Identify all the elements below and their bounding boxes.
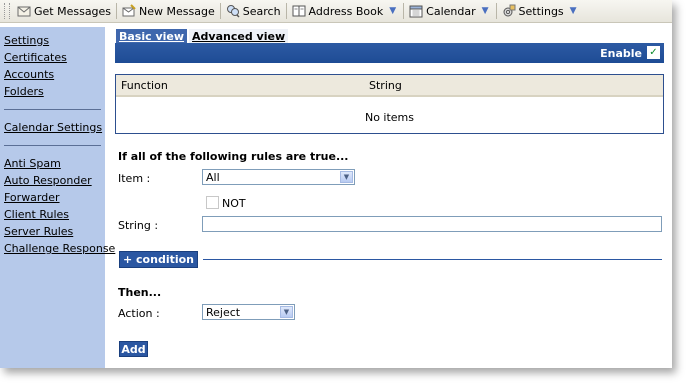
column-header-function[interactable]: Function (121, 79, 168, 92)
enable-label: Enable (600, 47, 642, 60)
sidebar-item-calendar-settings[interactable]: Calendar Settings (0, 119, 105, 136)
toolbar-separator (285, 3, 287, 19)
calendar-label: Calendar (426, 4, 476, 18)
calendar-button[interactable]: Calendar ▼ (406, 1, 493, 21)
table-header: Function String (116, 75, 663, 97)
address-book-icon (292, 4, 306, 18)
view-tabs: Basic view Advanced view (116, 29, 289, 44)
toolbar-separator (403, 3, 405, 19)
sidebar-item-settings[interactable]: Settings (0, 32, 105, 49)
toolbar-grip[interactable] (4, 3, 10, 19)
column-header-string[interactable]: String (369, 79, 402, 92)
envelope-stack-icon (17, 4, 31, 18)
chevron-down-icon[interactable]: ▼ (482, 6, 489, 16)
string-input-value (203, 217, 206, 230)
new-message-icon (122, 4, 136, 18)
sidebar-item-challenge-response[interactable]: Challenge Response (0, 240, 115, 257)
string-label: String : (118, 219, 159, 232)
sidebar-item-certificates[interactable]: Certificates (0, 49, 105, 66)
search-icon (226, 4, 240, 18)
get-messages-button[interactable]: Get Messages (14, 1, 114, 21)
chevron-down-icon[interactable]: ▼ (389, 6, 396, 16)
item-select[interactable]: All ▼ (202, 169, 355, 185)
item-label: Item : (118, 172, 151, 185)
toolbar-separator (116, 3, 118, 19)
empty-table-message: No items (364, 111, 415, 124)
sidebar-item-anti-spam[interactable]: Anti Spam (0, 155, 105, 172)
sidebar: Settings Certificates Accounts Folders C… (0, 27, 115, 368)
chevron-down-icon[interactable]: ▼ (570, 6, 577, 16)
address-book-button[interactable]: Address Book ▼ (289, 1, 402, 21)
sidebar-item-server-rules[interactable]: Server Rules (0, 223, 105, 240)
calendar-icon (409, 4, 423, 18)
sidebar-divider (4, 145, 101, 146)
settings-button[interactable]: Settings ▼ (499, 1, 582, 21)
rule-header-bar: Enable ✓ (115, 43, 664, 63)
address-book-label: Address Book (308, 4, 384, 18)
string-input[interactable] (202, 216, 662, 232)
item-select-value: All (206, 171, 220, 184)
sidebar-divider (4, 109, 101, 110)
tab-basic-view[interactable]: Basic view (116, 29, 188, 44)
sidebar-item-auto-responder[interactable]: Auto Responder (0, 172, 105, 189)
enable-checkbox[interactable]: ✓ (647, 46, 660, 59)
toolbar-separator (219, 3, 221, 19)
chevron-down-icon: ▼ (280, 306, 293, 318)
add-rule-button[interactable]: Add (119, 341, 148, 357)
search-label: Search (242, 4, 281, 18)
settings-label: Settings (518, 4, 564, 18)
toolbar-separator (495, 3, 497, 19)
action-select[interactable]: Reject ▼ (202, 304, 295, 320)
gear-icon (502, 4, 516, 18)
new-message-label: New Message (139, 4, 215, 18)
action-select-value: Reject (206, 306, 241, 319)
sidebar-item-folders[interactable]: Folders (0, 83, 105, 100)
sidebar-item-forwarder[interactable]: Forwarder (0, 189, 105, 206)
app-window: Get Messages New Message Search Address … (0, 0, 672, 368)
sidebar-item-accounts[interactable]: Accounts (0, 66, 105, 83)
conditions-table: Function String No items (115, 74, 664, 134)
chevron-down-icon: ▼ (340, 171, 353, 183)
then-title: Then... (118, 286, 162, 299)
action-label: Action : (118, 307, 160, 320)
add-condition-button[interactable]: + condition (119, 251, 198, 268)
tab-advanced-view[interactable]: Advanced view (189, 29, 289, 44)
new-message-button[interactable]: New Message (119, 1, 218, 21)
search-button[interactable]: Search (223, 1, 284, 21)
main-panel: Basic view Advanced view Enable ✓ Functi… (110, 27, 672, 368)
sidebar-item-client-rules[interactable]: Client Rules (0, 206, 105, 223)
not-checkbox[interactable] (206, 196, 219, 209)
toolbar: Get Messages New Message Search Address … (0, 0, 672, 23)
not-label: NOT (222, 197, 246, 210)
conditions-title: If all of the following rules are true..… (118, 150, 349, 163)
get-messages-label: Get Messages (34, 4, 112, 18)
condition-separator-line (203, 259, 662, 260)
